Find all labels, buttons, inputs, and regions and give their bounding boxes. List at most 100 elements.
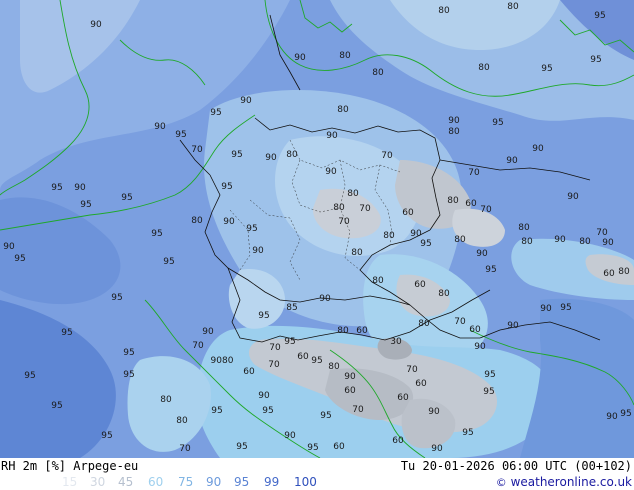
- contour-label: 90: [476, 249, 488, 259]
- contour-label: 90: [284, 431, 296, 441]
- contour-label: 95: [560, 303, 571, 313]
- contour-label: 90: [202, 327, 214, 337]
- contour-label: 80: [286, 150, 298, 160]
- contour-label: 95: [484, 370, 495, 380]
- site-credit[interactable]: © weatheronline.co.uk: [496, 475, 632, 489]
- contour-label: 90: [252, 246, 264, 256]
- legend-value: 100: [294, 475, 317, 489]
- contour-label: 70: [359, 204, 371, 214]
- contour-label: 70: [338, 217, 350, 227]
- legend-value: 95: [234, 475, 250, 489]
- contour-label: 95: [111, 293, 122, 303]
- contour-label: 95: [51, 401, 62, 411]
- contour-label: 95: [101, 431, 112, 441]
- contour-label: 95: [210, 108, 221, 118]
- contour-label: 60: [356, 326, 368, 336]
- contour-label: 60: [397, 393, 409, 403]
- contour-label: 80: [618, 267, 630, 277]
- contour-label: 70: [480, 205, 492, 215]
- contour-label: 60: [392, 436, 404, 446]
- contour-label: 80: [454, 235, 466, 245]
- contour-label: 70: [596, 228, 608, 238]
- legend-value: 90: [206, 475, 222, 489]
- contour-label: 95: [541, 64, 552, 74]
- contour-label: 60: [465, 199, 477, 209]
- contour-label: 80: [160, 395, 172, 405]
- contour-label: 85: [286, 303, 297, 313]
- contour-label: 95: [121, 193, 132, 203]
- contour-label: 80: [372, 276, 384, 286]
- contour-label: 60: [344, 386, 356, 396]
- contour-label: 9080: [211, 356, 234, 366]
- humidity-map: 9080 809590 8080 80 95959095 8090 959095 90 8070…: [0, 0, 634, 458]
- contour-label: 90: [602, 238, 614, 248]
- site-credit-text: weatheronline.co.uk: [510, 475, 632, 489]
- contour-label: 95: [24, 371, 35, 381]
- contour-label: 95: [311, 356, 322, 366]
- contour-label: 80: [351, 248, 363, 258]
- contour-label: 80: [339, 51, 351, 61]
- contour-label: 90: [344, 372, 356, 382]
- contour-label: 70: [191, 145, 203, 155]
- contour-label: 70: [381, 151, 393, 161]
- contour-label: 90: [223, 217, 235, 227]
- contour-label: 95: [211, 406, 222, 416]
- contour-label: 80: [579, 237, 591, 247]
- contour-label: 90: [448, 116, 460, 126]
- contour-label: 95: [221, 182, 232, 192]
- contour-label: 80: [328, 362, 340, 372]
- contour-label: 90: [3, 242, 15, 252]
- contour-label: 60: [333, 442, 345, 452]
- contour-label: 95: [590, 55, 601, 65]
- legend-value: 75: [178, 475, 194, 489]
- contour-label: 90: [410, 229, 422, 239]
- contour-label: 90: [265, 153, 277, 163]
- contour-label: 80: [518, 223, 530, 233]
- legend-value: 60: [148, 475, 164, 489]
- contour-label: 95: [320, 411, 331, 421]
- contour-label: 90: [74, 183, 86, 193]
- legend-value: 15: [62, 475, 78, 489]
- contour-label: 95: [462, 428, 473, 438]
- contour-label: 60: [603, 269, 615, 279]
- contour-label: 95: [163, 257, 174, 267]
- contour-label: 80: [333, 203, 345, 213]
- contour-label: 70: [268, 360, 280, 370]
- contour-label: 95: [236, 442, 247, 452]
- contour-label: 95: [492, 118, 503, 128]
- contour-label: 80: [383, 231, 395, 241]
- contour-label: 80: [337, 326, 349, 336]
- contour-label: 90: [540, 304, 552, 314]
- contour-label: 80: [447, 196, 459, 206]
- contour-label: 95: [258, 311, 269, 321]
- contour-label: 90: [319, 294, 331, 304]
- contour-label: 90: [258, 391, 270, 401]
- contour-label: 95: [594, 11, 605, 21]
- contour-label: 95: [262, 406, 273, 416]
- contour-label: 95: [51, 183, 62, 193]
- contour-label: 80: [478, 63, 490, 73]
- contour-label: 80: [372, 68, 384, 78]
- contour-label: 60: [297, 352, 309, 362]
- contour-label: 70: [192, 341, 204, 351]
- contour-label: 95: [420, 239, 431, 249]
- humidity-field: [0, 0, 634, 458]
- contour-label: 90: [90, 20, 102, 30]
- contour-label: 70: [454, 317, 466, 327]
- contour-label: 80: [438, 289, 450, 299]
- contour-label: 60: [243, 367, 255, 377]
- legend-value: 30: [90, 475, 106, 489]
- copyright-icon: ©: [495, 476, 507, 489]
- contour-label: 95: [175, 130, 186, 140]
- contour-label: 95: [246, 224, 257, 234]
- contour-label: 80: [176, 416, 188, 426]
- contour-label: 80: [507, 2, 519, 12]
- contour-label: 80: [347, 189, 359, 199]
- contour-label: 90: [554, 235, 566, 245]
- contour-label: 70: [406, 365, 418, 375]
- contour-label: 80: [418, 319, 430, 329]
- contour-label: 95: [151, 229, 162, 239]
- contour-label: 60: [415, 379, 427, 389]
- contour-label: 80: [337, 105, 349, 115]
- contour-label: 90: [240, 96, 252, 106]
